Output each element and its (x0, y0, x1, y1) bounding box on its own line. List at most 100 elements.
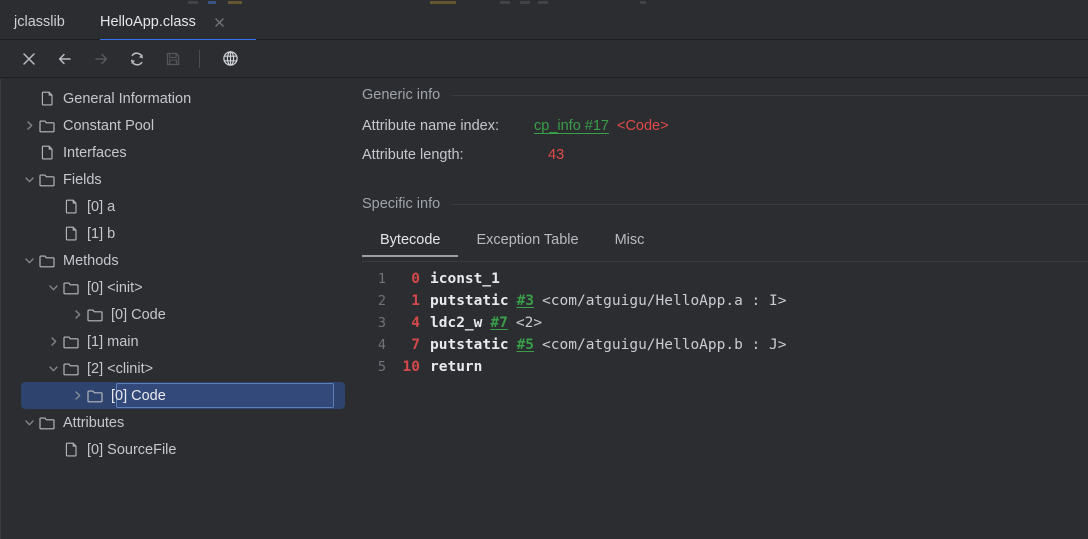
tree-item-label: [0] Code (111, 307, 166, 323)
folder-icon (61, 362, 81, 376)
bytecode-line[interactable]: 10 iconst_1 (362, 268, 1088, 290)
bytecode-comment: <2> (516, 315, 542, 331)
chevron-right-icon[interactable] (69, 388, 85, 404)
tree-item-label: Constant Pool (63, 118, 154, 134)
file-icon (61, 442, 81, 457)
file-icon (61, 199, 81, 214)
tree-item[interactable]: [0] SourceFile (1, 436, 350, 463)
attribute-length-label: Attribute length: (362, 147, 534, 163)
bytecode-comment: <com/atguigu/HelloApp.a : I> (542, 293, 786, 309)
folder-icon (85, 308, 105, 322)
forward-arrow-icon[interactable] (86, 44, 116, 74)
jclasslib-window: jclasslib HelloApp.class (0, 0, 1088, 539)
folder-icon (37, 254, 57, 268)
bytecode-opcode: putstatic (430, 293, 509, 309)
tab-helloapp-class[interactable]: HelloApp.class (100, 5, 233, 39)
save-icon[interactable] (158, 44, 188, 74)
tree-item-label: Attributes (63, 415, 124, 431)
tree-item[interactable]: General Information (1, 85, 350, 112)
tab-label: Misc (615, 232, 645, 248)
tree-item-label: [1] b (87, 226, 115, 242)
tree-item[interactable]: Methods (1, 247, 350, 274)
bytecode-offset: 10 (396, 359, 420, 375)
bytecode-comment: <com/atguigu/HelloApp.b : J> (542, 337, 786, 353)
chevron-down-icon[interactable] (45, 361, 61, 377)
attribute-name-index-row: Attribute name index: cp_info #17 <Code> (362, 118, 1088, 147)
tree-item-label: [0] <init> (87, 280, 143, 296)
chevron-down-icon[interactable] (21, 415, 37, 431)
tree-item-label: [1] main (87, 334, 139, 350)
chevron-down-icon[interactable] (21, 253, 37, 269)
tree-item-label: [0] SourceFile (87, 442, 176, 458)
tab-label: Bytecode (380, 232, 440, 248)
close-icon[interactable] (14, 44, 44, 74)
class-structure-tree[interactable]: General Information Constant Pool Interfac… (0, 79, 350, 539)
back-arrow-icon[interactable] (50, 44, 80, 74)
tree-item[interactable]: [0] a (1, 193, 350, 220)
tree-item-label: General Information (63, 91, 191, 107)
tab-bytecode[interactable]: Bytecode (362, 228, 458, 256)
bytecode-opcode: return (430, 359, 482, 375)
specific-info-title: Specific info (362, 196, 440, 212)
constant-pool-ref-link[interactable]: #7 (490, 315, 507, 331)
tree-item[interactable]: [1] main (1, 328, 350, 355)
cp-info-link[interactable]: cp_info #17 (534, 118, 609, 134)
tree-item-label: Methods (63, 253, 119, 269)
tree-item[interactable]: Attributes (1, 409, 350, 436)
tree-item-label: Fields (63, 172, 102, 188)
bytecode-line-number: 1 (362, 271, 386, 287)
bytecode-opcode: iconst_1 (430, 271, 500, 287)
bytecode-line[interactable]: 34ldc2_w#7<2> (362, 312, 1088, 334)
bytecode-line[interactable]: 47putstatic#5<com/atguigu/HelloApp.b : J… (362, 334, 1088, 356)
generic-info-header: Generic info (350, 87, 1088, 103)
browse-web-icon[interactable] (215, 44, 245, 74)
reload-icon[interactable] (122, 44, 152, 74)
attribute-name-index-note: <Code> (617, 118, 669, 134)
tab-label: Exception Table (476, 232, 578, 248)
attribute-length-value: 43 (548, 147, 564, 163)
detail-pane: Generic info Attribute name index: cp_in… (350, 79, 1088, 539)
close-icon[interactable] (212, 15, 227, 30)
generic-info-title: Generic info (362, 87, 440, 103)
constant-pool-ref-link[interactable]: #3 (517, 293, 534, 309)
bytecode-offset: 7 (396, 337, 420, 353)
folder-icon (61, 335, 81, 349)
folder-icon (37, 119, 57, 133)
bytecode-listing[interactable]: 10iconst_121putstatic#3<com/atguigu/Hell… (350, 262, 1088, 378)
chevron-right-icon[interactable] (21, 118, 37, 134)
tree-item[interactable]: [0] <init> (1, 274, 350, 301)
file-icon (37, 145, 57, 160)
bytecode-offset: 4 (396, 315, 420, 331)
tree-item[interactable]: [0] Code (1, 301, 350, 328)
toolbar-separator (199, 50, 200, 68)
tab-jclasslib[interactable]: jclasslib (14, 5, 65, 39)
folder-icon (37, 173, 57, 187)
tree-item[interactable]: [1] b (1, 220, 350, 247)
tree-item[interactable]: Fields (1, 166, 350, 193)
specific-info-tabs[interactable]: Bytecode Exception Table Misc (362, 228, 1088, 262)
bytecode-opcode: ldc2_w (430, 315, 482, 331)
chevron-right-icon[interactable] (45, 334, 61, 350)
folder-icon (61, 281, 81, 295)
tree-item[interactable]: [2] <clinit> (1, 355, 350, 382)
bytecode-offset: 1 (396, 293, 420, 309)
chevron-down-icon[interactable] (21, 172, 37, 188)
tab-misc[interactable]: Misc (597, 228, 663, 256)
tree-item-label: [2] <clinit> (87, 361, 153, 377)
tree-item[interactable]: [0] Code (1, 382, 350, 409)
bytecode-line-number: 4 (362, 337, 386, 353)
tree-item-label: Interfaces (63, 145, 127, 161)
tree-item[interactable]: Constant Pool (1, 112, 350, 139)
tab-bar: jclasslib HelloApp.class (0, 5, 1088, 40)
toolbar (0, 40, 1088, 78)
bytecode-line[interactable]: 510return (362, 356, 1088, 378)
bytecode-offset: 0 (396, 271, 420, 287)
folder-icon (37, 416, 57, 430)
tab-exception-table[interactable]: Exception Table (458, 228, 596, 256)
bytecode-line[interactable]: 21putstatic#3<com/atguigu/HelloApp.a : I… (362, 290, 1088, 312)
section-rule (451, 204, 1088, 205)
tree-item[interactable]: Interfaces (1, 139, 350, 166)
chevron-right-icon[interactable] (69, 307, 85, 323)
constant-pool-ref-link[interactable]: #5 (517, 337, 534, 353)
chevron-down-icon[interactable] (45, 280, 61, 296)
